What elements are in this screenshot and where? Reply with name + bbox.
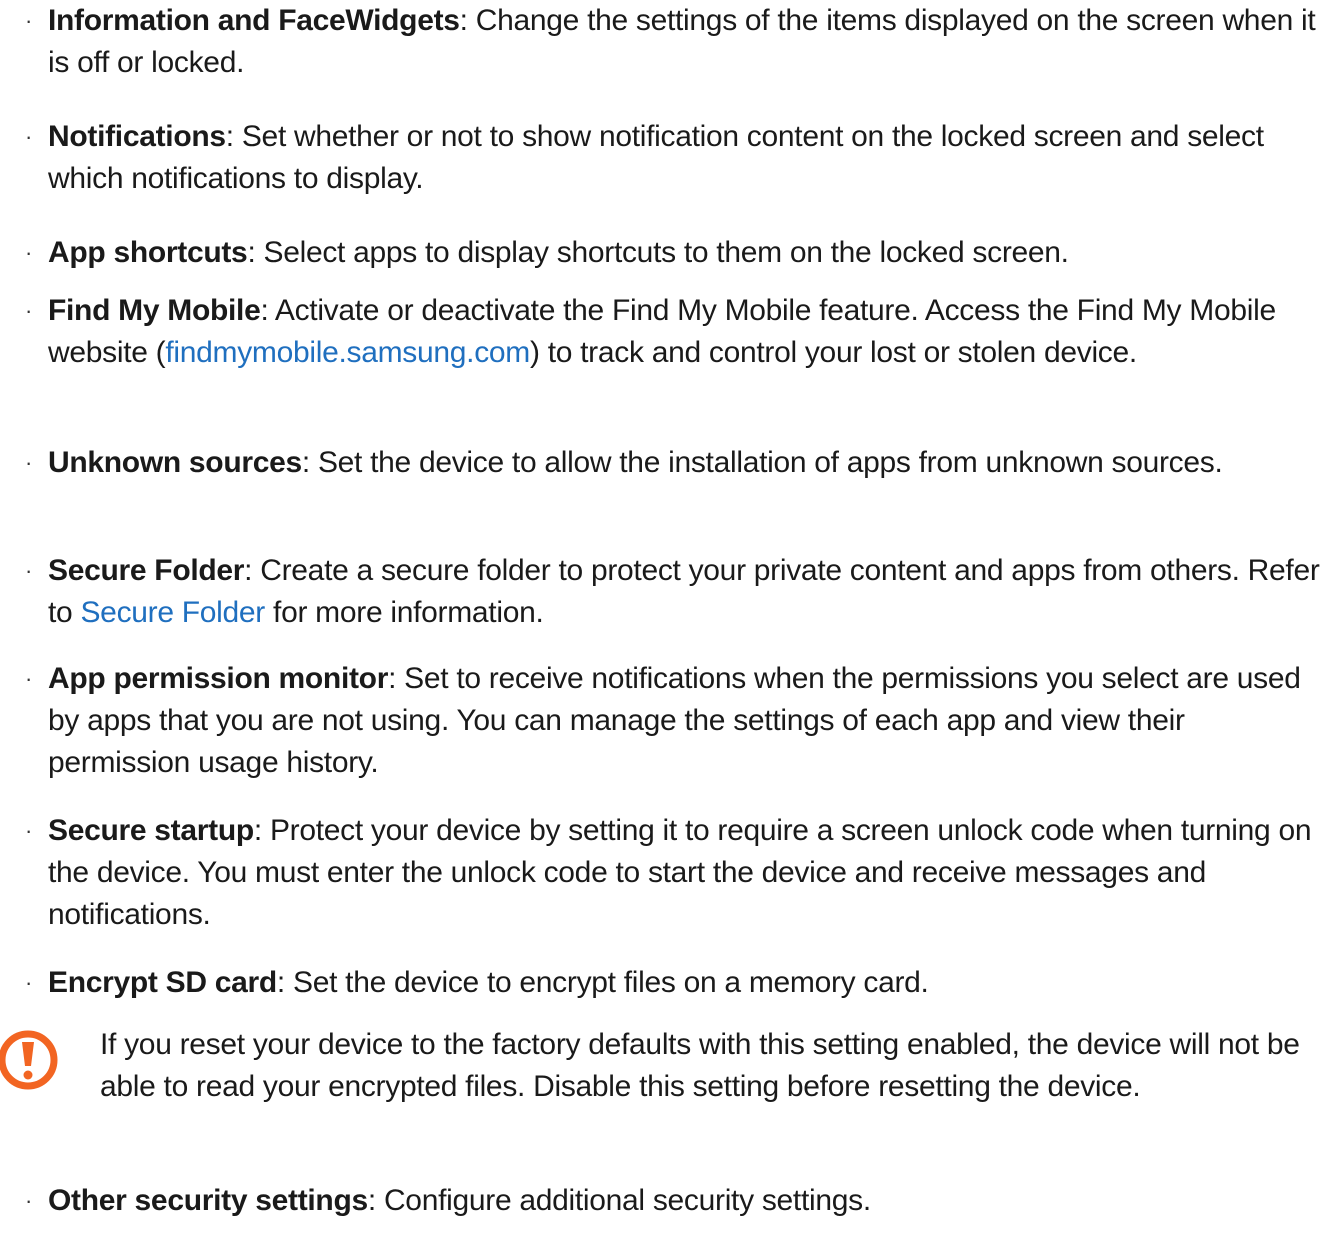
list-item: · App permission monitor: Set to receive…: [0, 658, 1327, 784]
caution-text: If you reset your device to the factory …: [100, 1028, 1300, 1103]
bullet: ·: [25, 450, 33, 475]
list-item: · Encrypt SD card: Set the device to enc…: [0, 962, 1327, 1004]
secure-folder-link[interactable]: Secure Folder: [80, 596, 265, 629]
item-title: Unknown sources: [48, 446, 302, 479]
website-link[interactable]: findmymobile.samsung.com: [165, 336, 530, 369]
bullet: ·: [25, 666, 33, 691]
item-title: Secure Folder: [48, 554, 245, 587]
item-title: Find My Mobile: [48, 294, 261, 327]
bullet: ·: [25, 970, 33, 995]
list-item: · Secure Folder: Create a secure folder …: [0, 550, 1327, 634]
bullet: ·: [25, 818, 33, 843]
list-item: · Secure startup: Protect your device by…: [0, 810, 1327, 936]
list-item: · Information and FaceWidgets: Change th…: [0, 0, 1327, 84]
item-title: Other security settings: [48, 1184, 368, 1217]
caution-exclamation-icon: [0, 1030, 58, 1090]
list-item: · Notifications: Set whether or not to s…: [0, 116, 1327, 200]
bullet: ·: [25, 558, 33, 583]
list-item: · Unknown sources: Set the device to all…: [0, 442, 1327, 484]
list-item: · App shortcuts: Select apps to display …: [0, 232, 1327, 274]
item-title: App permission monitor: [48, 662, 389, 695]
item-title: Notifications: [48, 120, 226, 153]
item-text: : Set whether or not to show notificatio…: [48, 120, 1264, 195]
bullet: ·: [25, 124, 33, 149]
bullet: ·: [25, 240, 33, 265]
item-text: : Set the device to allow the installati…: [301, 446, 1223, 479]
item-title: Encrypt SD card: [48, 966, 277, 999]
list-item: · Find My Mobile: Activate or deactivate…: [0, 290, 1327, 374]
bullet: ·: [25, 8, 33, 33]
item-text: for more information.: [265, 596, 544, 629]
item-text: : Set the device to encrypt files on a m…: [276, 966, 929, 999]
item-title: App shortcuts: [48, 236, 248, 269]
item-text: : Select apps to display shortcuts to th…: [247, 236, 1069, 269]
item-title: Information and FaceWidgets: [48, 4, 460, 37]
bullet: ·: [25, 298, 33, 323]
bullet: ·: [25, 1188, 33, 1213]
item-text: ) to track and control your lost or stol…: [529, 336, 1137, 369]
item-text: : Configure additional security settings…: [367, 1184, 871, 1217]
caution-note: If you reset your device to the factory …: [0, 1024, 1327, 1156]
list-item: · Other security settings: Configure add…: [0, 1180, 1327, 1222]
item-title: Secure startup: [48, 814, 254, 847]
